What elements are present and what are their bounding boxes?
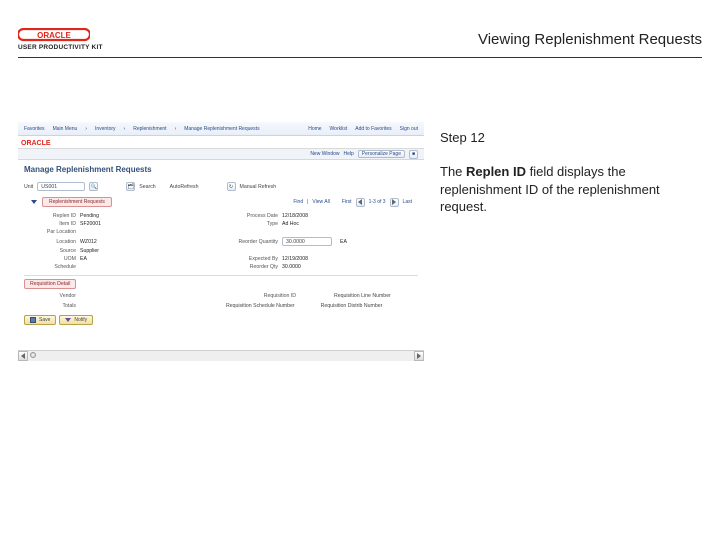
unit-field[interactable]: US001 [37,182,85,191]
uom-label: UOM [24,256,76,262]
nav-favorites[interactable]: Favorites [24,126,45,132]
search-icon[interactable]: 🗂 [126,182,135,191]
replen-requests-tab[interactable]: Replenishment Requests [42,197,112,207]
nav-home[interactable]: Home [308,126,321,132]
toolbar-help[interactable]: Help [344,151,354,157]
toolbar-personalize[interactable]: Personalize Page [358,150,405,158]
schedule-label: Schedule [24,264,76,270]
nav-worklist[interactable]: Worklist [330,126,348,132]
type-value: Ad Hoc [282,221,299,227]
nav-add-fav[interactable]: Add to Favorites [355,126,391,132]
logo-subtitle: USER PRODUCTIVITY KIT [18,44,103,51]
instr-bold: Replen ID [466,164,526,179]
requisition-detail-header[interactable]: Requisition Detail [24,279,76,289]
location-value: WZ012 [80,239,97,245]
search-label[interactable]: Search [139,184,155,190]
instr-pre: The [440,164,466,179]
collapse-icon[interactable] [30,198,38,206]
instruction-text: The Replen ID field displays the repleni… [440,163,690,216]
oracle-logo-block: ORACLE USER PRODUCTIVITY KIT [18,28,103,51]
expected-by-label: Expected By [226,256,278,262]
app-heading: Manage Replenishment Requests [18,160,424,178]
unit-label: Unit [24,184,33,190]
oracle-app-logo: ORACLE [21,138,63,146]
reorder-qty2-value: 30.0000 [282,264,301,270]
item-id-value: SF20001 [80,221,101,227]
nav-last[interactable]: Last [403,199,412,205]
svg-text:ORACLE: ORACLE [37,31,71,40]
manual-refresh-label[interactable]: Manual Refresh [240,184,277,190]
notify-icon [65,318,71,322]
requisition-detail-section: Requisition Detail Vendor Requisition ID… [24,275,418,299]
replen-id-value: Pending [80,213,99,219]
reorder-qty-field[interactable]: 30.0000 [282,237,332,246]
nav-view-all[interactable]: View All [312,199,329,205]
totals-row: Totals Requisition Schedule Number Requis… [24,303,418,309]
nav-signout[interactable]: Sign out [400,126,418,132]
next-icon[interactable] [390,198,399,207]
lookup-icon[interactable]: 🔍 [89,182,98,191]
unit-search-row: Unit US001 🔍 🗂 Search AutoRefresh ↻ Manu… [24,182,418,191]
app-topnav: Favorites Main Menu › Inventory › Replen… [18,122,424,136]
app-toolbar: New Window Help Personalize Page ■ [18,149,424,160]
horizontal-scrollbar[interactable] [18,350,424,360]
page-title: Viewing Replenishment Requests [478,31,702,48]
replen-id-label: Replen ID [24,213,76,219]
uom-value: EA [340,239,347,245]
prev-icon[interactable] [356,198,365,207]
app-body: Unit US001 🔍 🗂 Search AutoRefresh ↻ Manu… [18,178,424,331]
req-line-label: Requisition Line Number [334,293,391,299]
source-label: Source [24,248,76,254]
item-id-label: Item ID [24,221,76,227]
notify-button[interactable]: Notify [59,315,93,325]
req-id-label: Requisition ID [226,293,296,299]
totals-label: Totals [24,303,76,309]
nav-find[interactable]: Find [293,199,303,205]
toolbar-new-window[interactable]: New Window [310,151,339,157]
source-value: Supplier [80,248,99,254]
refresh-icon[interactable]: ↻ [227,182,236,191]
field-grid: Replen IDPending Process Date12/18/2008 … [24,213,418,270]
location-label: Location [24,239,76,245]
par-loc-label: Par Location [24,229,76,235]
scroll-left-icon[interactable] [18,351,28,361]
reorder-qty2-label: Reorder Qty [226,264,278,270]
uom-value-2: EA [80,256,87,262]
req-distrib-label: Requisition Distrib Number [321,303,383,309]
nav-replenishment[interactable]: Replenishment [133,126,166,132]
nav-main-menu[interactable]: Main Menu [53,126,78,132]
oracle-logo: ORACLE [18,28,90,42]
process-date-value: 12/18/2008 [282,213,308,219]
process-date-label: Process Date [226,213,278,219]
app-screenshot: Favorites Main Menu › Inventory › Replen… [18,122,424,360]
scroll-thumb[interactable] [30,352,36,358]
section-tab-row: Replenishment Requests Find | View All F… [24,197,418,207]
req-sched-label: Requisition Schedule Number [226,303,295,309]
step-label: Step 12 [440,130,690,145]
document-header: ORACLE USER PRODUCTIVITY KIT Viewing Rep… [18,22,702,58]
save-icon [30,317,36,323]
nav-inventory[interactable]: Inventory [95,126,116,132]
instruction-panel: Step 12 The Replen ID field displays the… [440,130,690,216]
app-brand-bar: ORACLE [18,136,424,149]
nav-manage-replen[interactable]: Manage Replenishment Requests [184,126,259,132]
vendor-label: Vendor [24,293,76,299]
nav-page: 1-3 of 3 [369,199,386,205]
expected-by-value: 12/19/2008 [282,256,308,262]
autorefresh-label[interactable]: AutoRefresh [170,184,199,190]
scroll-track[interactable] [28,351,414,361]
type-label: Type [226,221,278,227]
save-button[interactable]: Save [24,315,56,325]
http-icon[interactable]: ■ [409,150,418,159]
action-row: Save Notify [24,315,418,325]
svg-text:ORACLE: ORACLE [21,140,51,146]
reorder-qty-label: Reorder Quantity [226,239,278,245]
scroll-right-icon[interactable] [414,351,424,361]
nav-first[interactable]: First [342,199,352,205]
